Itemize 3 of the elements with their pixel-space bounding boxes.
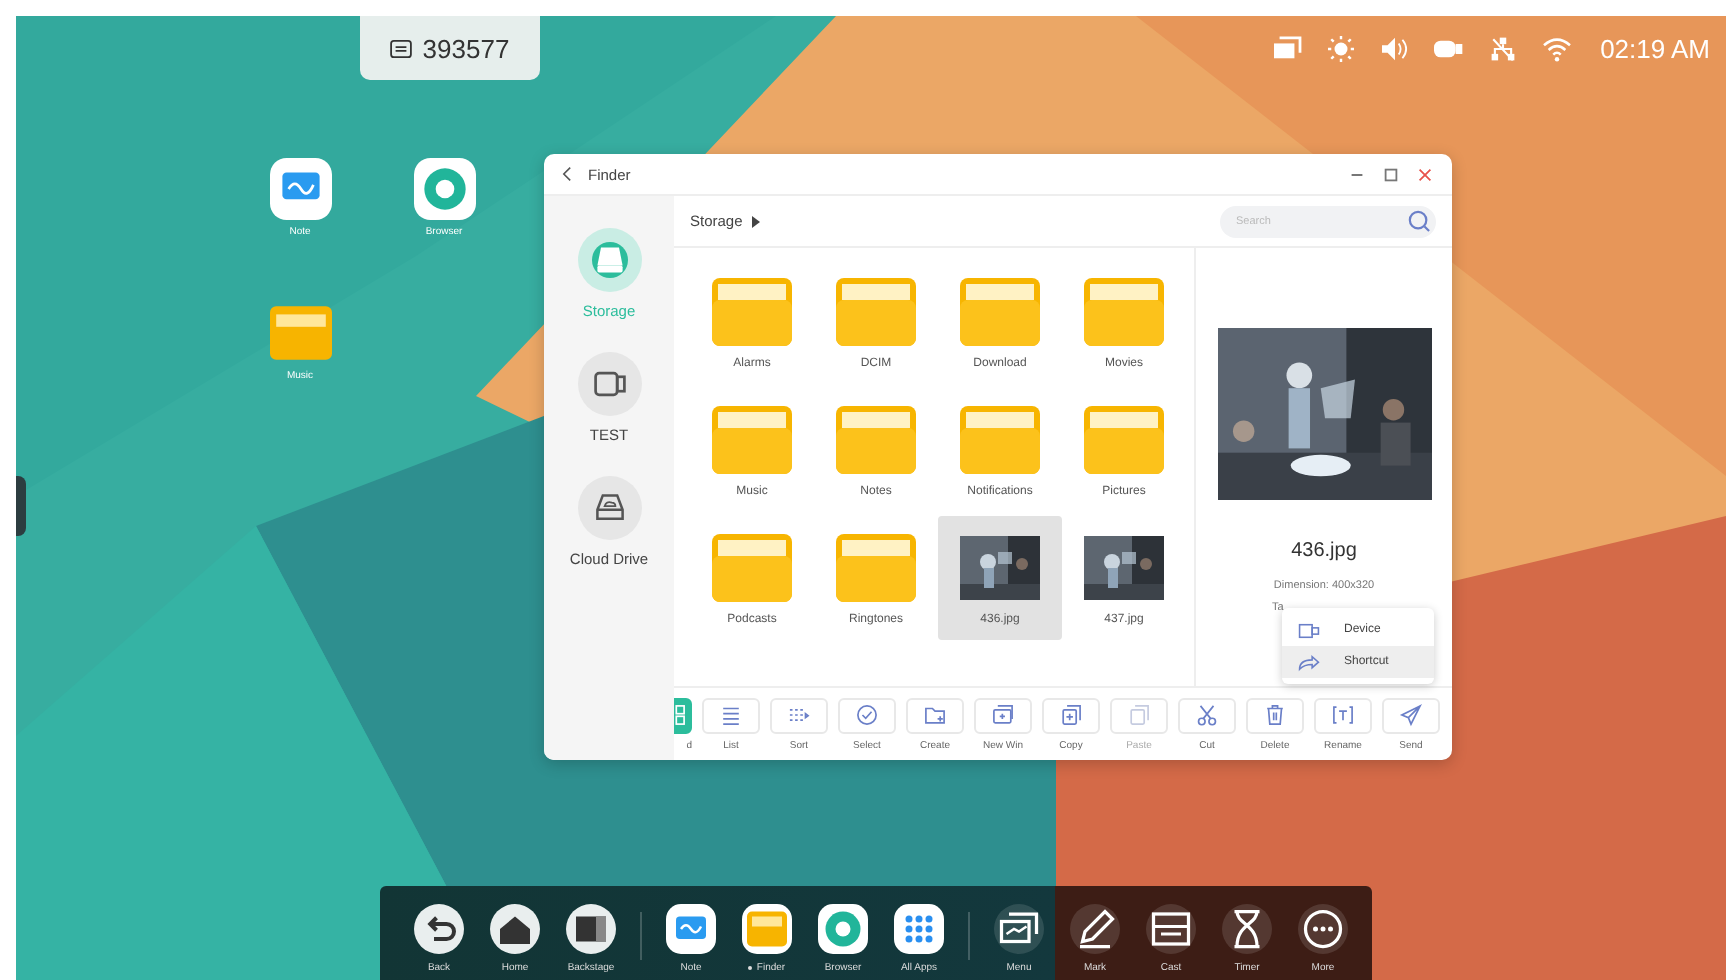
code-text: 393577 [422,33,510,63]
clock-time: 02:19 AM [1600,34,1710,64]
file-name: 436.jpg [1291,540,1357,562]
